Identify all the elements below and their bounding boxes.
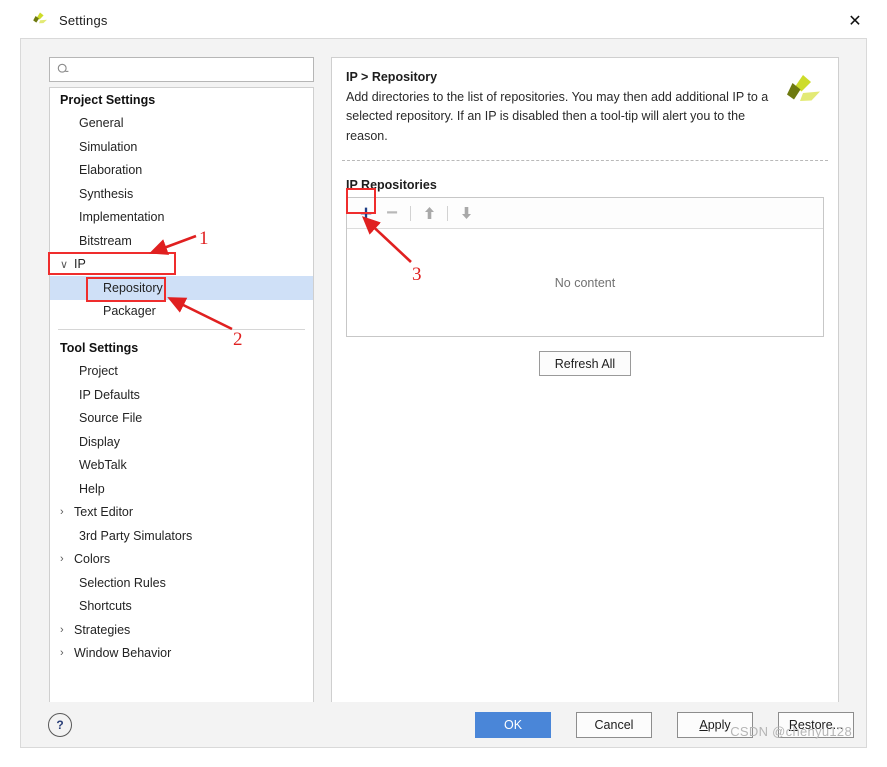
sidebar-item-label: Bitstream <box>79 233 132 248</box>
chevron-right-icon[interactable]: › <box>60 647 74 659</box>
sidebar-item-label: General <box>79 116 124 131</box>
dialog-content: Project Settings General Simulation Elabora… <box>20 38 867 744</box>
search-icon <box>57 63 70 76</box>
sidebar-item-text-editor[interactable]: › Text Editor <box>50 501 313 525</box>
sidebar-item-project[interactable]: Project <box>50 360 313 384</box>
section-divider <box>342 160 828 162</box>
ip-repositories-list: + − No content <box>346 197 824 338</box>
sidebar-item-label: Text Editor <box>74 505 134 520</box>
search-input[interactable] <box>73 62 293 77</box>
window-title: Settings <box>59 12 108 28</box>
panel-description: Add directories to the list of repositor… <box>346 90 769 143</box>
watermark-text: CSDN @chenyu128 <box>730 724 852 739</box>
sidebar-item-general[interactable]: General <box>50 112 313 136</box>
add-repository-button[interactable]: + <box>353 201 379 225</box>
sidebar-item-webtalk[interactable]: WebTalk <box>50 454 313 478</box>
sidebar-item-label: Window Behavior <box>74 646 172 661</box>
sidebar-item-display[interactable]: Display <box>50 430 313 454</box>
toolbar-divider <box>447 205 448 221</box>
sidebar-item-label: WebTalk <box>79 458 127 473</box>
sidebar-item-window-behavior[interactable]: › Window Behavior <box>50 642 313 666</box>
close-icon[interactable]: ✕ <box>845 12 865 32</box>
tree-group-project-settings: Project Settings <box>60 92 156 107</box>
sidebar-item-repository[interactable]: Repository <box>50 276 313 300</box>
mnemonic-letter: A <box>699 718 708 732</box>
sidebar-item-label: Repository <box>103 280 163 295</box>
sidebar-item-implementation[interactable]: Implementation <box>50 206 313 230</box>
sidebar-item-label: Simulation <box>79 139 138 154</box>
no-content-text: No content <box>554 275 616 290</box>
cancel-button[interactable]: Cancel <box>576 712 652 738</box>
sidebar-item-3rd-party-simulators[interactable]: 3rd Party Simulators <box>50 524 313 548</box>
sidebar-item-packager[interactable]: Packager <box>50 300 313 324</box>
sidebar-item-bitstream[interactable]: Bitstream <box>50 229 313 253</box>
ok-button[interactable]: OK <box>475 712 551 738</box>
remove-repository-button: − <box>386 202 398 225</box>
sidebar-item-label: IP <box>74 257 86 272</box>
sidebar-item-help[interactable]: Help <box>50 477 313 501</box>
sidebar-item-label: Source File <box>79 411 143 426</box>
chevron-down-icon[interactable]: ∨ <box>60 258 74 271</box>
sidebar-item-ip[interactable]: ∨ IP <box>50 253 313 277</box>
chevron-right-icon[interactable]: › <box>60 624 74 636</box>
sidebar-item-label: Project <box>79 364 118 379</box>
refresh-all-button[interactable]: Refresh All <box>539 351 631 377</box>
sidebar-item-colors[interactable]: › Colors <box>50 548 313 572</box>
sidebar-item-label: Strategies <box>74 622 131 637</box>
sidebar-item-label: 3rd Party Simulators <box>79 528 193 543</box>
tree-group-tool-settings: Tool Settings <box>60 340 139 355</box>
list-empty-area[interactable]: No content <box>347 229 823 337</box>
list-toolbar: + − <box>347 198 823 230</box>
vivado-logo-icon <box>782 72 824 114</box>
settings-dialog: Settings ✕ Project Settings General Simula… <box>0 0 887 767</box>
sidebar-item-ip-defaults[interactable]: IP Defaults <box>50 383 313 407</box>
chevron-right-icon[interactable]: › <box>60 506 74 518</box>
sidebar-item-shortcuts[interactable]: Shortcuts <box>50 595 313 619</box>
arrow-up-icon[interactable] <box>416 201 442 225</box>
sidebar-item-label: Colors <box>74 552 111 567</box>
tree-section-divider <box>58 329 305 330</box>
sidebar-item-label: IP Defaults <box>79 387 140 402</box>
sidebar-item-label: Help <box>79 481 105 496</box>
refresh-row: Refresh All <box>332 351 838 377</box>
arrow-down-icon[interactable] <box>453 201 479 225</box>
sidebar-item-synthesis[interactable]: Synthesis <box>50 182 313 206</box>
sidebar-item-label: Selection Rules <box>79 575 166 590</box>
sidebar-item-label: Shortcuts <box>79 599 132 614</box>
breadcrumb: IP > Repository <box>346 70 438 84</box>
title-bar: Settings ✕ <box>0 0 887 40</box>
repository-panel: IP > Repository Add directories to the l… <box>331 57 839 735</box>
ip-repositories-label: IP Repositories <box>346 178 437 193</box>
sidebar-item-label: Elaboration <box>79 163 143 178</box>
sidebar-item-label: Synthesis <box>79 186 134 201</box>
chevron-right-icon[interactable]: › <box>60 553 74 565</box>
settings-tree[interactable]: Project Settings General Simulation Elabora… <box>49 87 314 735</box>
sidebar-item-selection-rules[interactable]: Selection Rules <box>50 571 313 595</box>
sidebar-item-strategies[interactable]: › Strategies <box>50 618 313 642</box>
sidebar-item-label: Display <box>79 434 120 449</box>
dialog-footer: ? OK Cancel Apply Restore... CSDN @chenyu12… <box>20 702 867 748</box>
sidebar-item-label: Packager <box>103 304 156 319</box>
panel-header: IP > Repository Add directories to the l… <box>332 58 838 146</box>
toolbar-divider <box>410 205 411 221</box>
sidebar-item-label: Implementation <box>79 210 165 225</box>
vivado-logo-icon <box>31 11 49 29</box>
sidebar-item-source-file[interactable]: Source File <box>50 407 313 431</box>
sidebar-item-simulation[interactable]: Simulation <box>50 135 313 159</box>
sidebar-item-elaboration[interactable]: Elaboration <box>50 159 313 183</box>
search-box[interactable] <box>49 57 314 82</box>
help-button[interactable]: ? <box>48 713 72 737</box>
